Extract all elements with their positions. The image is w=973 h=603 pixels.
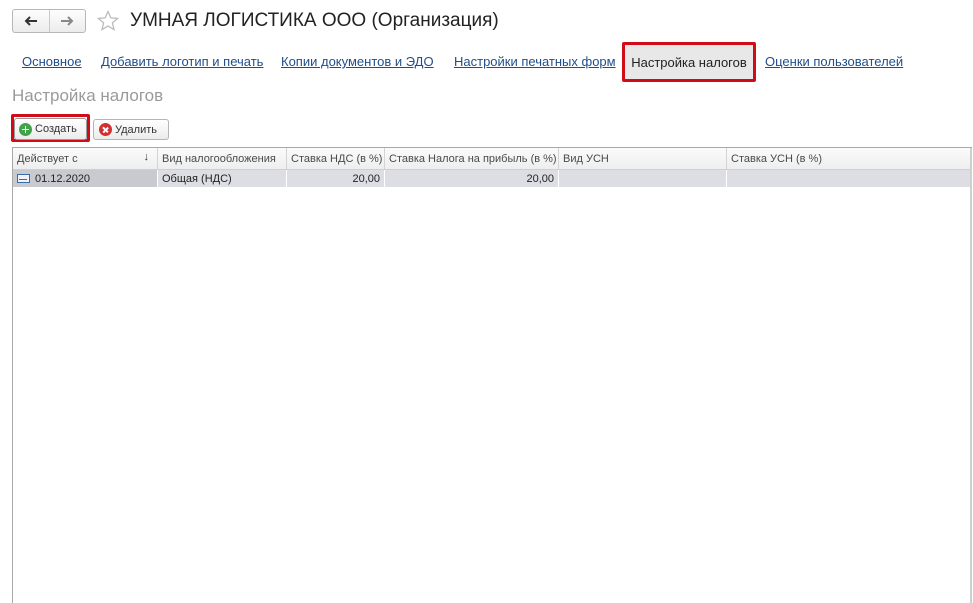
arrow-right-icon xyxy=(61,16,74,26)
tab-print-form-settings[interactable]: Настройки печатных форм xyxy=(454,54,616,69)
cell-profit-tax-rate[interactable]: 20,00 xyxy=(385,170,559,187)
section-title: Настройка налогов xyxy=(12,86,164,105)
create-button-label: Создать xyxy=(35,123,77,135)
cell-vat-rate[interactable]: 20,00 xyxy=(287,170,385,187)
tab-user-ratings[interactable]: Оценки пользователей xyxy=(765,54,903,69)
column-header-label: Ставка УСН (в %) xyxy=(731,152,822,165)
page-title: УМНАЯ ЛОГИСТИКА ООО (Организация) xyxy=(130,10,499,31)
tab-tax-settings[interactable]: Настройка налогов xyxy=(622,42,756,82)
cell-text: Общая (НДС) xyxy=(162,172,232,185)
sort-down-icon[interactable]: ↓ xyxy=(144,151,150,163)
cell-text: 20,00 xyxy=(526,172,554,185)
cell-text: 01.12.2020 xyxy=(35,172,91,185)
table-header: Действует с ↓ Вид налогообложения Ставка… xyxy=(13,148,971,170)
arrow-left-icon xyxy=(24,16,37,26)
add-icon xyxy=(19,122,32,136)
tax-settings-table[interactable]: Действует с ↓ Вид налогообложения Ставка… xyxy=(12,147,972,603)
column-header-usn-type[interactable]: Вид УСН xyxy=(559,148,727,169)
star-outline-icon[interactable] xyxy=(96,9,120,33)
column-header-label: Вид УСН xyxy=(563,152,609,165)
cell-tax-system[interactable]: Общая (НДС) xyxy=(158,170,287,187)
tab-document-copies-edo[interactable]: Копии документов и ЭДО xyxy=(281,54,434,69)
cell-usn-type[interactable] xyxy=(559,170,727,187)
column-header-profit-tax-rate[interactable]: Ставка Налога на прибыль (в %) xyxy=(385,148,559,169)
forward-button[interactable] xyxy=(48,10,86,32)
record-icon xyxy=(17,174,30,183)
tab-logo-and-stamp[interactable]: Добавить логотип и печать xyxy=(101,54,263,69)
tab-main[interactable]: Основное xyxy=(22,54,82,69)
back-button[interactable] xyxy=(13,10,49,32)
cell-effective-from[interactable]: 01.12.2020 xyxy=(13,170,158,187)
column-header-usn-rate[interactable]: Ставка УСН (в %) xyxy=(727,148,971,169)
delete-button-label: Удалить xyxy=(115,123,157,136)
cell-usn-rate[interactable] xyxy=(727,170,971,187)
column-header-effective-from[interactable]: Действует с ↓ xyxy=(13,148,158,169)
cell-text: 20,00 xyxy=(352,172,380,185)
table-row[interactable]: 01.12.2020 Общая (НДС) 20,00 20,00 xyxy=(13,170,971,187)
navigation-buttons xyxy=(12,9,86,33)
column-header-label: Действует с xyxy=(17,152,78,165)
column-header-label: Вид налогообложения xyxy=(162,152,276,165)
delete-icon xyxy=(99,123,112,136)
create-button[interactable]: Создать xyxy=(14,118,87,140)
column-header-label: Ставка НДС (в %) xyxy=(291,152,383,165)
column-header-label: Ставка Налога на прибыль (в %) xyxy=(389,152,557,165)
delete-button[interactable]: Удалить xyxy=(93,119,169,140)
vertical-scrollbar[interactable] xyxy=(970,148,972,603)
column-header-tax-system[interactable]: Вид налогообложения xyxy=(158,148,287,169)
column-header-vat-rate[interactable]: Ставка НДС (в %) xyxy=(287,148,385,169)
